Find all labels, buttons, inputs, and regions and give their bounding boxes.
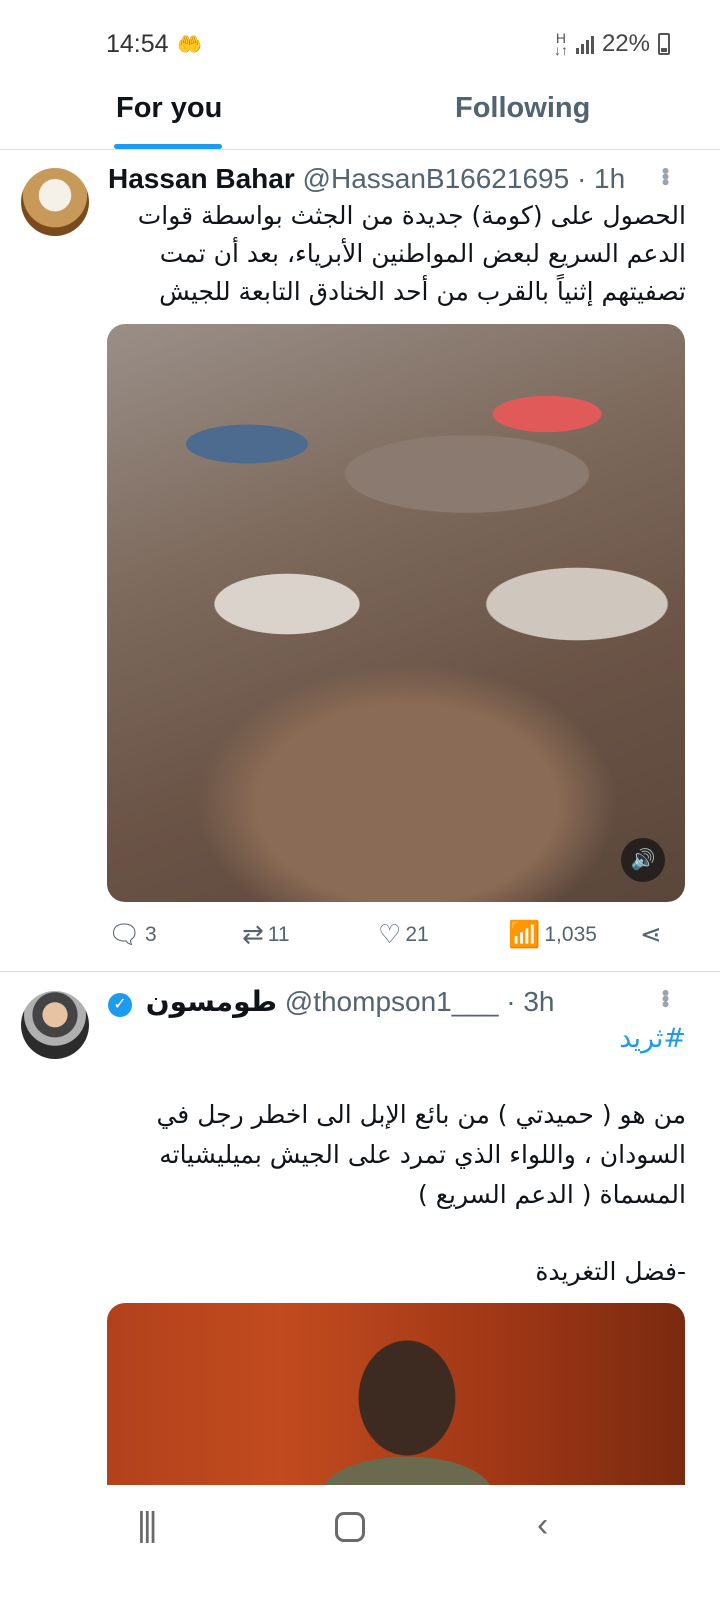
- data-icon: H ↓↑: [553, 30, 568, 58]
- author-name[interactable]: طومسون: [146, 986, 277, 1017]
- back-icon[interactable]: ‹: [537, 1506, 548, 1545]
- more-icon[interactable]: •••: [652, 167, 678, 184]
- tab-following[interactable]: Following: [455, 92, 590, 125]
- system-nav-bar: ||| ‹: [0, 1486, 720, 1600]
- more-icon[interactable]: •••: [652, 989, 678, 1006]
- active-tab-indicator: [114, 144, 222, 149]
- tweet-header: Hassan Bahar @HassanB16621695 · 1h: [108, 163, 625, 195]
- tweet-image[interactable]: [107, 1303, 685, 1485]
- tweet-video[interactable]: 🔊: [107, 324, 685, 902]
- tweet-header: ✓ طومسون @thompson1___ · 3h: [108, 985, 555, 1018]
- retweet-button[interactable]: ⇄ 11: [242, 919, 290, 950]
- battery-percent: 22%: [601, 30, 650, 57]
- author-name[interactable]: Hassan Bahar: [108, 163, 295, 194]
- tweet[interactable]: ✓ طومسون @thompson1___ · 3h ••• #ثريد من…: [0, 973, 720, 1485]
- share-button[interactable]: ⋖: [640, 919, 662, 950]
- heart-icon: ♡: [378, 919, 402, 949]
- reply-icon: 🗨: [108, 919, 142, 949]
- author-handle[interactable]: @thompson1___: [285, 986, 499, 1017]
- tab-for-you[interactable]: For you: [116, 92, 222, 125]
- status-bar: 14:54 🤲 H ↓↑ 22%: [0, 0, 720, 88]
- reply-button[interactable]: 🗨 3: [108, 919, 157, 950]
- tweet-time: · 1h: [576, 163, 626, 194]
- views-icon: 📶: [508, 919, 541, 949]
- hands-icon: 🤲: [177, 34, 202, 56]
- recent-apps-icon[interactable]: |||: [137, 1506, 157, 1545]
- like-button[interactable]: ♡ 21: [378, 919, 429, 950]
- reply-count: 3: [145, 922, 157, 946]
- status-indicators: H ↓↑ 22%: [554, 30, 670, 58]
- tweet-actions: 🗨 3 ⇄ 11 ♡ 21 📶 1,035 ⋖: [108, 919, 686, 955]
- views-button[interactable]: 📶 1,035: [508, 919, 597, 950]
- home-icon[interactable]: [335, 1512, 365, 1542]
- tweet-time: · 3h: [506, 986, 555, 1017]
- views-count: 1,035: [544, 922, 597, 946]
- author-handle[interactable]: @HassanB16621695: [303, 163, 570, 194]
- tweet[interactable]: Hassan Bahar @HassanB16621695 · 1h ••• ا…: [0, 151, 720, 972]
- share-icon: ⋖: [640, 919, 662, 949]
- retweet-icon: ⇄: [242, 919, 264, 949]
- retweet-count: 11: [267, 922, 290, 946]
- like-count: 21: [405, 922, 429, 946]
- signal-icon: [575, 34, 594, 54]
- tweet-text-footer: -فضل التغريدة: [535, 1257, 686, 1286]
- tweet-text: الحصول على (كومة) جديدة من الجثث بواسطة …: [137, 201, 686, 306]
- status-time: 14:54: [106, 30, 169, 58]
- avatar[interactable]: [21, 168, 89, 236]
- tweet-text: من هو ( حميدتي ) من بائع الإبل الى اخطر …: [156, 1100, 686, 1209]
- battery-icon: [658, 33, 670, 55]
- timeline-tabs: For you Following: [0, 88, 720, 150]
- sound-icon[interactable]: 🔊: [621, 838, 665, 882]
- avatar[interactable]: [21, 991, 89, 1059]
- verified-icon: ✓: [108, 993, 132, 1017]
- hashtag-link[interactable]: #ثريد: [619, 1023, 686, 1054]
